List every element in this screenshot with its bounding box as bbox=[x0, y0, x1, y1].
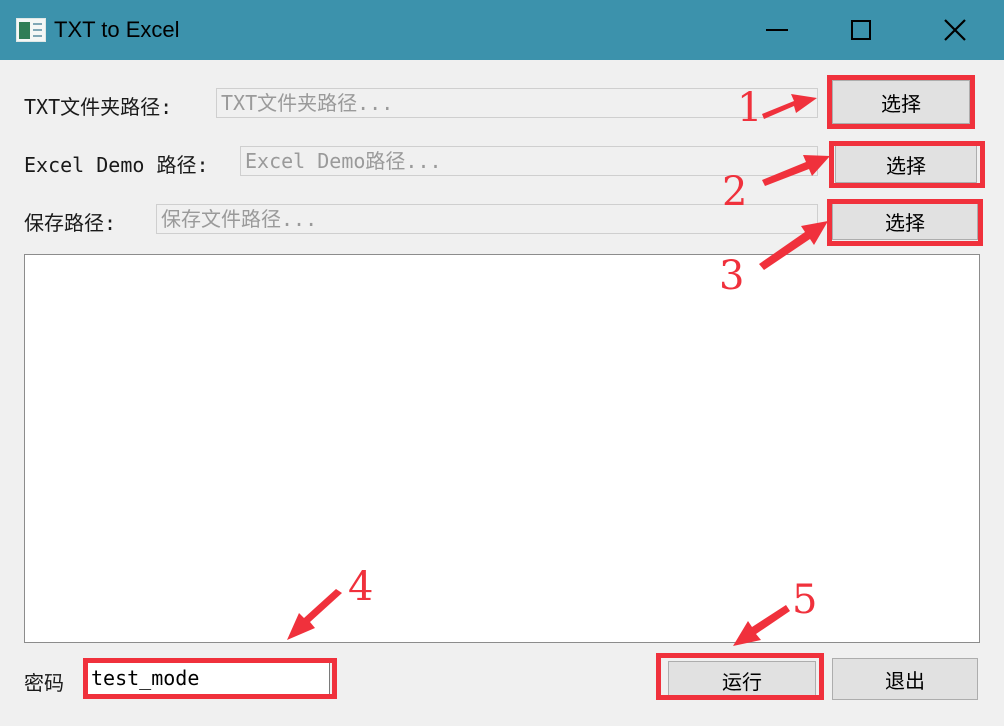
maximize-button[interactable] bbox=[826, 0, 896, 60]
save-path-input[interactable] bbox=[156, 204, 818, 234]
excel-demo-label: Excel Demo 路径: bbox=[24, 153, 209, 177]
window-title: TXT to Excel bbox=[54, 17, 180, 42]
close-icon bbox=[944, 19, 966, 41]
annotation-number-4: 4 bbox=[348, 564, 374, 610]
select-save-path-button[interactable]: 选择 bbox=[832, 202, 978, 240]
select-txt-folder-button[interactable]: 选择 bbox=[832, 80, 970, 124]
annotation-number-1: 1 bbox=[737, 85, 763, 131]
log-output-area[interactable] bbox=[24, 254, 980, 643]
password-label: 密码 bbox=[24, 671, 64, 695]
annotation-number-2: 2 bbox=[722, 169, 748, 215]
excel-file-icon bbox=[16, 18, 46, 42]
select-excel-demo-button[interactable]: 选择 bbox=[835, 145, 977, 183]
minimize-icon bbox=[766, 29, 788, 31]
annotation-number-3: 3 bbox=[719, 253, 745, 299]
txt-folder-label: TXT文件夹路径: bbox=[24, 95, 173, 119]
annotation-number-5: 5 bbox=[792, 577, 818, 623]
password-input[interactable] bbox=[86, 661, 330, 695]
save-path-label: 保存路径: bbox=[24, 211, 117, 235]
title-bar: TXT to Excel bbox=[0, 0, 1004, 60]
exit-button[interactable]: 退出 bbox=[832, 658, 978, 700]
minimize-button[interactable] bbox=[742, 0, 812, 60]
maximize-icon bbox=[851, 20, 871, 40]
run-button[interactable]: 运行 bbox=[668, 661, 816, 699]
close-button[interactable] bbox=[920, 0, 990, 60]
txt-folder-path-input[interactable] bbox=[216, 88, 818, 118]
